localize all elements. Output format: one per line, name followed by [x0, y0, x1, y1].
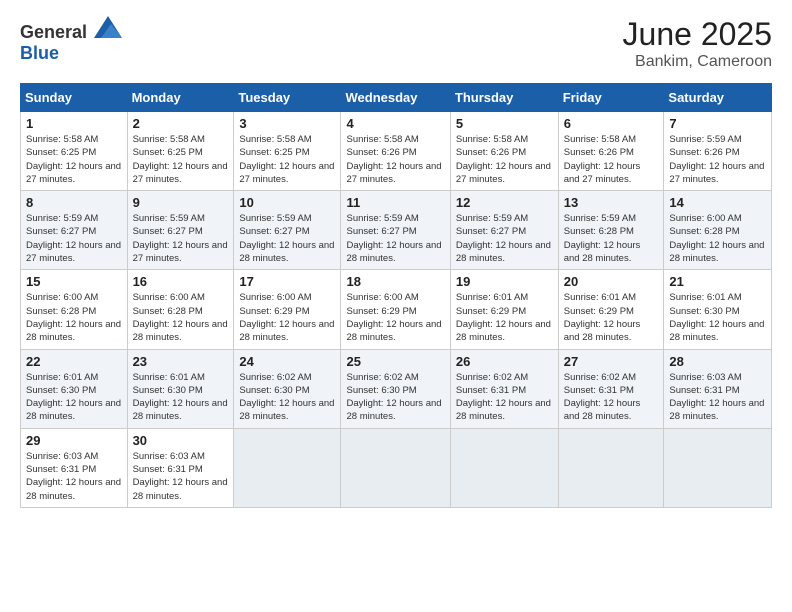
- day-18: 18 Sunrise: 6:00 AMSunset: 6:29 PMDaylig…: [341, 270, 450, 349]
- day-21: 21 Sunrise: 6:01 AMSunset: 6:30 PMDaylig…: [664, 270, 772, 349]
- day-6: 6 Sunrise: 5:58 AMSunset: 6:26 PMDayligh…: [558, 112, 664, 191]
- col-friday: Friday: [558, 84, 664, 112]
- day-29: 29 Sunrise: 6:03 AMSunset: 6:31 PMDaylig…: [21, 428, 128, 507]
- week-row-2: 8 Sunrise: 5:59 AMSunset: 6:27 PMDayligh…: [21, 191, 772, 270]
- logo: General Blue: [20, 16, 122, 64]
- title-block: June 2025 Bankim, Cameroon: [623, 16, 772, 71]
- empty-cell-1: [234, 428, 341, 507]
- day-28: 28 Sunrise: 6:03 AMSunset: 6:31 PMDaylig…: [664, 349, 772, 428]
- day-27: 27 Sunrise: 6:02 AMSunset: 6:31 PMDaylig…: [558, 349, 664, 428]
- logo-text: General Blue: [20, 16, 122, 64]
- day-15: 15 Sunrise: 6:00 AMSunset: 6:28 PMDaylig…: [21, 270, 128, 349]
- col-saturday: Saturday: [664, 84, 772, 112]
- week-row-4: 22 Sunrise: 6:01 AMSunset: 6:30 PMDaylig…: [21, 349, 772, 428]
- col-wednesday: Wednesday: [341, 84, 450, 112]
- location-title: Bankim, Cameroon: [623, 53, 772, 71]
- day-7: 7 Sunrise: 5:59 AMSunset: 6:26 PMDayligh…: [664, 112, 772, 191]
- day-10: 10 Sunrise: 5:59 AMSunset: 6:27 PMDaylig…: [234, 191, 341, 270]
- day-1: 1 Sunrise: 5:58 AMSunset: 6:25 PMDayligh…: [21, 112, 128, 191]
- logo-general: General: [20, 22, 87, 42]
- col-sunday: Sunday: [21, 84, 128, 112]
- week-row-5: 29 Sunrise: 6:03 AMSunset: 6:31 PMDaylig…: [21, 428, 772, 507]
- col-monday: Monday: [127, 84, 234, 112]
- day-12: 12 Sunrise: 5:59 AMSunset: 6:27 PMDaylig…: [450, 191, 558, 270]
- day-24: 24 Sunrise: 6:02 AMSunset: 6:30 PMDaylig…: [234, 349, 341, 428]
- day-17: 17 Sunrise: 6:00 AMSunset: 6:29 PMDaylig…: [234, 270, 341, 349]
- calendar-header-row: Sunday Monday Tuesday Wednesday Thursday…: [21, 84, 772, 112]
- week-row-1: 1 Sunrise: 5:58 AMSunset: 6:25 PMDayligh…: [21, 112, 772, 191]
- day-4: 4 Sunrise: 5:58 AMSunset: 6:26 PMDayligh…: [341, 112, 450, 191]
- empty-cell-2: [341, 428, 450, 507]
- day-26: 26 Sunrise: 6:02 AMSunset: 6:31 PMDaylig…: [450, 349, 558, 428]
- day-9: 9 Sunrise: 5:59 AMSunset: 6:27 PMDayligh…: [127, 191, 234, 270]
- logo-blue: Blue: [20, 43, 59, 63]
- day-8: 8 Sunrise: 5:59 AMSunset: 6:27 PMDayligh…: [21, 191, 128, 270]
- day-5: 5 Sunrise: 5:58 AMSunset: 6:26 PMDayligh…: [450, 112, 558, 191]
- page: General Blue June 2025 Bankim, Cameroon …: [0, 0, 792, 612]
- logo-icon: [94, 16, 122, 38]
- day-3: 3 Sunrise: 5:58 AMSunset: 6:25 PMDayligh…: [234, 112, 341, 191]
- empty-cell-3: [450, 428, 558, 507]
- day-30: 30 Sunrise: 6:03 AMSunset: 6:31 PMDaylig…: [127, 428, 234, 507]
- col-thursday: Thursday: [450, 84, 558, 112]
- day-23: 23 Sunrise: 6:01 AMSunset: 6:30 PMDaylig…: [127, 349, 234, 428]
- day-14: 14 Sunrise: 6:00 AMSunset: 6:28 PMDaylig…: [664, 191, 772, 270]
- week-row-3: 15 Sunrise: 6:00 AMSunset: 6:28 PMDaylig…: [21, 270, 772, 349]
- day-20: 20 Sunrise: 6:01 AMSunset: 6:29 PMDaylig…: [558, 270, 664, 349]
- header: General Blue June 2025 Bankim, Cameroon: [20, 16, 772, 71]
- day-22: 22 Sunrise: 6:01 AMSunset: 6:30 PMDaylig…: [21, 349, 128, 428]
- month-title: June 2025: [623, 16, 772, 53]
- day-16: 16 Sunrise: 6:00 AMSunset: 6:28 PMDaylig…: [127, 270, 234, 349]
- day-19: 19 Sunrise: 6:01 AMSunset: 6:29 PMDaylig…: [450, 270, 558, 349]
- day-11: 11 Sunrise: 5:59 AMSunset: 6:27 PMDaylig…: [341, 191, 450, 270]
- col-tuesday: Tuesday: [234, 84, 341, 112]
- day-25: 25 Sunrise: 6:02 AMSunset: 6:30 PMDaylig…: [341, 349, 450, 428]
- empty-cell-4: [558, 428, 664, 507]
- calendar-table: Sunday Monday Tuesday Wednesday Thursday…: [20, 83, 772, 508]
- day-2: 2 Sunrise: 5:58 AMSunset: 6:25 PMDayligh…: [127, 112, 234, 191]
- empty-cell-5: [664, 428, 772, 507]
- day-13: 13 Sunrise: 5:59 AMSunset: 6:28 PMDaylig…: [558, 191, 664, 270]
